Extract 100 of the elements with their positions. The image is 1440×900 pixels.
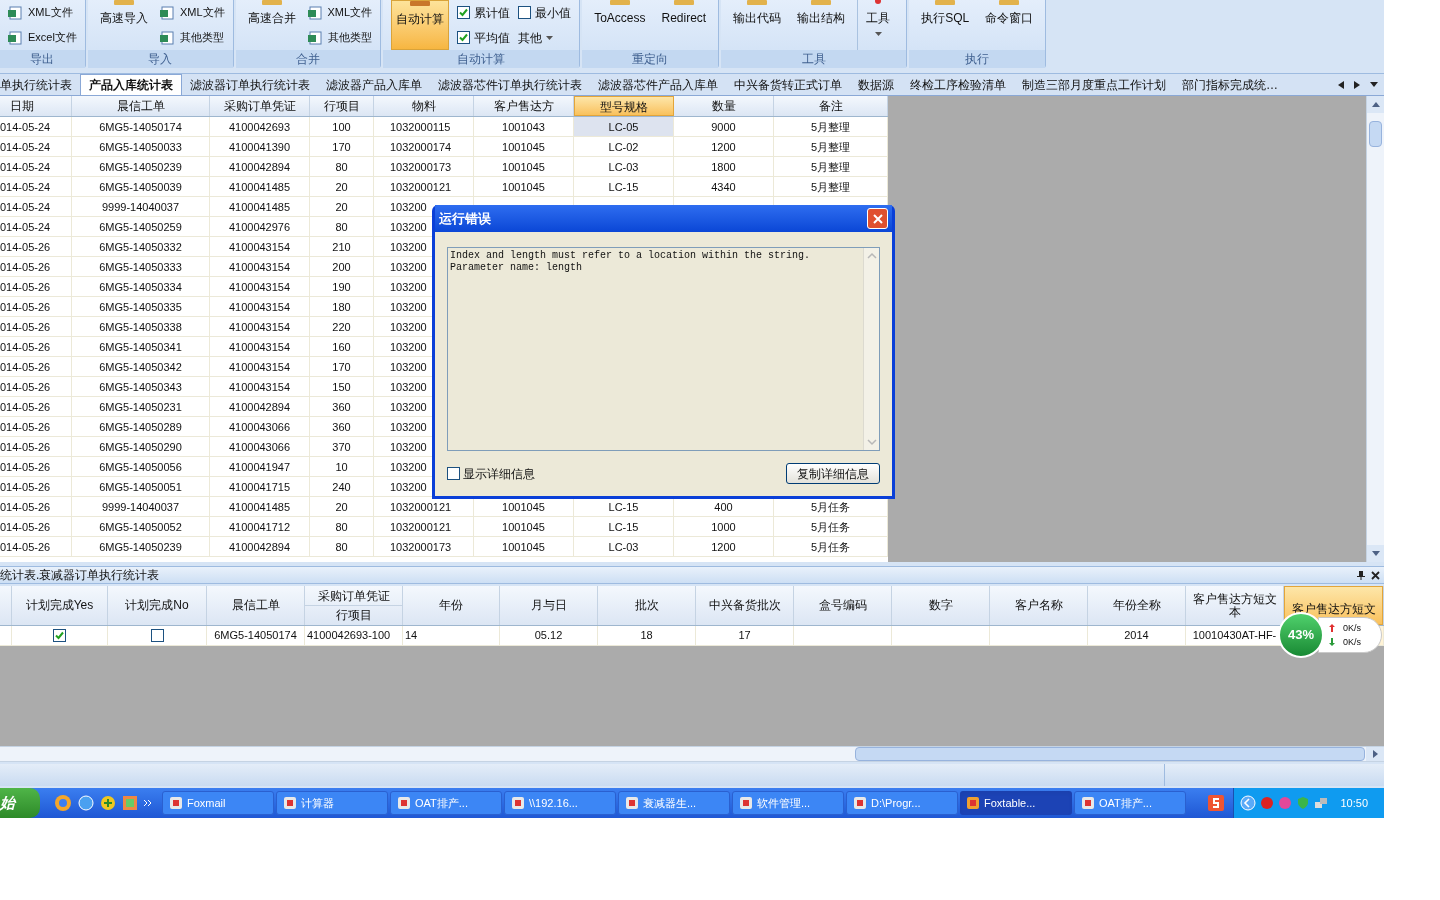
app-icon [739, 796, 753, 810]
table-cell: 014-05-26 [0, 401, 51, 413]
column-header[interactable]: 盒号编码 [794, 586, 891, 625]
column-header[interactable]: 客户售达方短文本 [1186, 586, 1283, 625]
checkbox[interactable] [457, 6, 471, 19]
tab[interactable]: 制造三部月度重点工作计划 [1014, 74, 1174, 95]
dropdown-button[interactable]: 其他 [518, 28, 572, 47]
column-header[interactable]: 年份全称 [1088, 586, 1185, 625]
tab[interactable]: 数据源 [850, 74, 902, 95]
column-header[interactable]: 采购订单凭证 [305, 586, 402, 606]
ribbon-button[interactable]: 执行SQL [917, 0, 974, 50]
column-header[interactable]: 计划完成Yes [12, 586, 107, 625]
column-header[interactable]: 备注 [774, 96, 888, 116]
ribbon-button[interactable]: 自动计算 [391, 0, 450, 50]
taskbar-button[interactable]: Foxtable... [960, 791, 1072, 815]
tab[interactable]: 滤波器产品入库单 [318, 74, 430, 95]
table-cell: 6MG5-14050239 [99, 541, 182, 553]
column-header[interactable]: 批次 [598, 586, 695, 625]
ribbon-button[interactable]: 其他类型 [159, 29, 225, 46]
ribbon-button[interactable]: 命令窗口 [981, 0, 1038, 50]
taskbar-button[interactable]: 软件管理... [732, 791, 844, 815]
ribbon-button[interactable]: 其他类型 [307, 29, 373, 46]
scrollbar-thumb[interactable] [1369, 121, 1382, 147]
copy-details-button[interactable]: 复制详细信息 [786, 463, 880, 484]
group-label: 导出 [0, 50, 85, 68]
ribbon-button[interactable]: XML文件 [8, 4, 77, 21]
quick-launch-icon[interactable] [54, 794, 72, 812]
ribbon-button[interactable]: 高速导入 [95, 0, 152, 50]
column-header[interactable]: 采购订单凭证 [210, 96, 310, 116]
tab-list-icon[interactable] [1370, 82, 1378, 87]
table-cell: 4100043154 [228, 381, 291, 393]
pin-icon[interactable] [1357, 570, 1365, 580]
column-header[interactable]: 中兴备货批次 [696, 586, 793, 625]
table-cell: 6MG5-14050051 [99, 481, 182, 493]
table-cell: 6MG5-14050341 [99, 341, 182, 353]
quick-launch-icon[interactable] [78, 795, 94, 811]
table-cell: 1032000115 [390, 121, 451, 133]
column-header[interactable]: 计划完成No [108, 586, 206, 625]
tab[interactable]: 滤波器订单执行统计表 [182, 74, 318, 95]
scroll-up-icon[interactable] [1371, 102, 1380, 107]
taskbar-button[interactable]: \\192.16... [504, 791, 616, 815]
column-header[interactable]: 行项目 [305, 606, 402, 625]
table-cell: 5月整理 [810, 141, 851, 153]
checkbox[interactable] [53, 629, 66, 642]
taskbar-button[interactable]: D:\Progr... [846, 791, 958, 815]
ribbon-button[interactable]: Redirect [657, 0, 711, 50]
column-header[interactable]: 晨信工单 [72, 96, 210, 116]
column-header[interactable]: 物料 [374, 96, 474, 116]
ribbon-button[interactable]: 输出代码 [729, 0, 786, 50]
ribbon-button[interactable]: Excel文件 [8, 29, 77, 46]
vertical-scrollbar[interactable] [1366, 96, 1384, 562]
ribbon-button[interactable]: XML文件 [159, 4, 225, 21]
ribbon-button[interactable]: XML文件 [307, 4, 373, 21]
column-header[interactable]: 行项目 [310, 96, 374, 116]
scroll-right-icon[interactable] [1354, 80, 1360, 89]
ribbon-button[interactable]: 输出结构 [793, 0, 850, 50]
checkbox[interactable] [457, 31, 471, 44]
column-header[interactable]: 数字 [892, 586, 989, 625]
ribbon-button[interactable]: 高速合并 [243, 0, 300, 50]
collapse-icon[interactable] [1240, 795, 1257, 811]
table-cell: 9000 [711, 121, 736, 133]
ribbon-button[interactable]: ToAccess [590, 0, 650, 50]
column-header[interactable]: 月与日 [500, 586, 597, 625]
column-header[interactable]: 数量 [674, 96, 774, 116]
tab[interactable]: 滤波器芯件产品入库单 [590, 74, 726, 95]
taskbar-button[interactable]: 计算器 [276, 791, 388, 815]
tab[interactable]: 产品入库统计表 [80, 74, 182, 95]
checkbox[interactable] [447, 467, 460, 480]
table-cell: 6MG5-14050039 [99, 181, 182, 193]
checkbox-label: 显示详细信息 [463, 465, 535, 483]
column-header[interactable]: 日期 [0, 96, 72, 116]
scroll-down-icon[interactable] [1371, 551, 1380, 556]
tray-icon[interactable] [1208, 795, 1225, 811]
column-header[interactable]: 型号规格 [574, 96, 674, 116]
group-label: 执行 [909, 50, 1046, 68]
tab[interactable]: 单执行统计表 [0, 74, 80, 95]
checkbox[interactable] [150, 629, 164, 642]
close-icon[interactable] [1371, 570, 1380, 580]
taskbar-button[interactable]: Foxmail [162, 791, 274, 815]
table-cell: 014-05-26 [0, 341, 51, 353]
chevron-icon[interactable] [144, 799, 152, 807]
column-header[interactable]: 晨信工单 [207, 586, 304, 625]
tab[interactable]: 部门指标完成统… [1174, 74, 1286, 95]
table-cell: 4100041485 [228, 181, 291, 193]
quick-launch-icon[interactable] [122, 795, 138, 811]
tab[interactable]: 中兴备货转正式订单 [726, 74, 850, 95]
checkbox[interactable] [518, 6, 532, 19]
tab[interactable]: 滤波器芯件订单执行统计表 [430, 74, 590, 95]
tab[interactable]: 终检工序检验清单 [902, 74, 1014, 95]
column-header[interactable]: 年份 [403, 586, 499, 625]
column-header[interactable]: 客户名称 [990, 586, 1087, 625]
taskbar-button[interactable]: OAT排产... [390, 791, 502, 815]
close-button[interactable] [867, 208, 888, 229]
taskbar-button[interactable]: OAT排产... [1074, 791, 1186, 815]
table-cell: 103200 [390, 221, 427, 233]
horizontal-scrollbar[interactable] [0, 746, 1384, 762]
quick-launch-icon[interactable] [100, 795, 116, 811]
table-cell-text: 17 [738, 628, 751, 644]
taskbar-button[interactable]: 衰减器生... [618, 791, 730, 815]
scroll-left-icon[interactable] [1338, 80, 1344, 89]
